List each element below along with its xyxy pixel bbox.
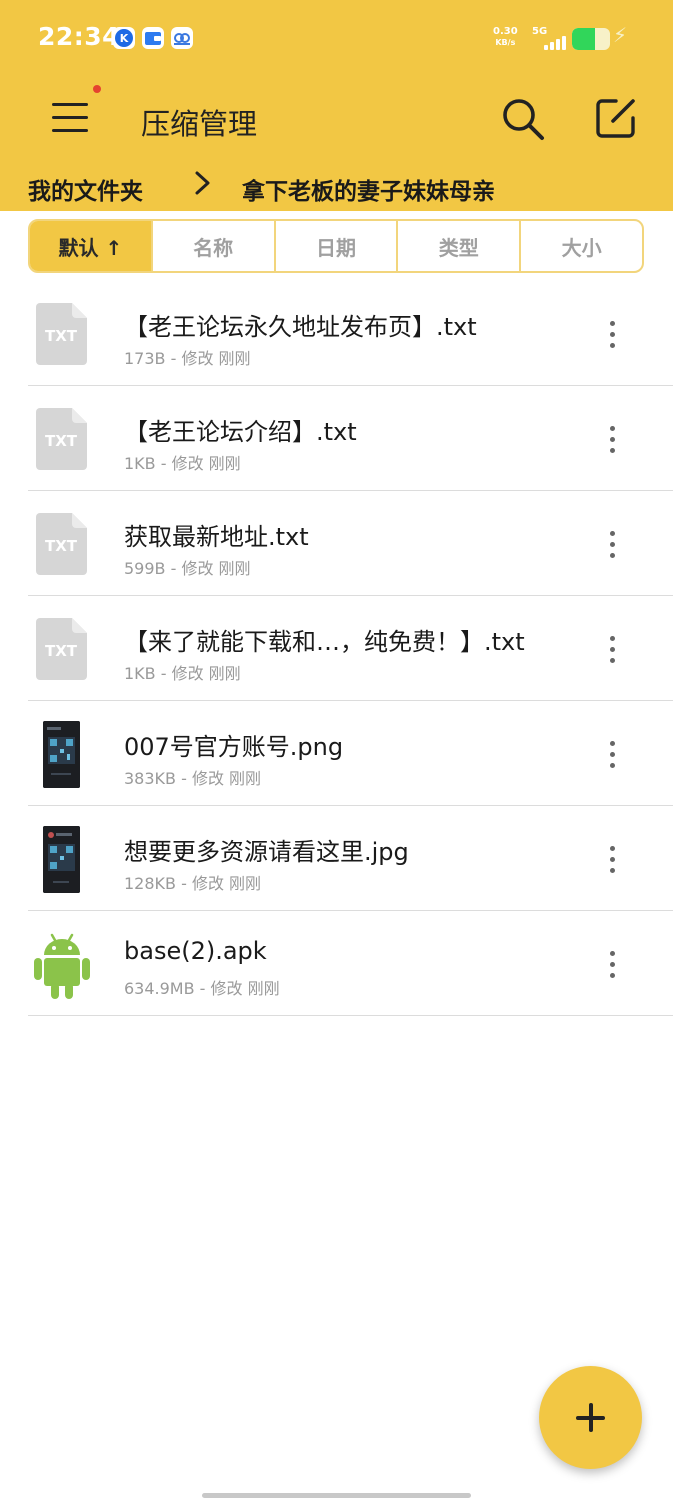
home-indicator[interactable] (202, 1493, 471, 1498)
net-speed: 0.30 KB/s (493, 26, 518, 48)
txt-file-icon: TXT (36, 618, 87, 680)
file-name: 【老王论坛介绍】.txt (124, 418, 357, 446)
svg-text:TXT: TXT (45, 537, 78, 555)
txt-file-icon: TXT (36, 408, 87, 470)
more-options-icon[interactable] (602, 634, 622, 666)
wallet-icon (142, 27, 164, 49)
search-icon (503, 99, 544, 140)
page-title: 压缩管理 (141, 107, 258, 141)
status-time: 22:34 (38, 22, 121, 51)
sort-bar: 默认 ↑ 名称 日期 类型 大小 (28, 219, 644, 273)
add-button[interactable] (539, 1366, 642, 1469)
sort-tab-default[interactable]: 默认 ↑ (30, 221, 151, 271)
app-header: 22:34 K 0.30 KB/s 5G ⚡ 压缩管理 我的文件夹 拿下老板的妻… (0, 0, 673, 211)
edit-button[interactable] (594, 96, 638, 140)
net-speed-unit: KB/s (495, 38, 516, 47)
sort-tab-date[interactable]: 日期 (273, 221, 397, 271)
svg-text:K: K (120, 32, 129, 45)
file-row[interactable]: TXT 【老王论坛永久地址发布页】.txt 173B - 修改 刚刚 (28, 281, 673, 386)
menu-button[interactable] (50, 100, 90, 136)
file-name: base(2).apk (124, 937, 267, 965)
battery-level (572, 28, 595, 50)
more-options-icon[interactable] (602, 739, 622, 771)
status-bar: 22:34 K 0.30 KB/s 5G ⚡ (0, 0, 673, 78)
more-options-icon[interactable] (602, 949, 622, 981)
file-meta: 1KB - 修改 刚刚 (124, 454, 241, 473)
cloud-app-icon (171, 27, 193, 49)
file-name: 获取最新地址.txt (124, 523, 309, 551)
edit-icon (596, 99, 635, 138)
image-thumbnail (43, 721, 80, 788)
txt-file-icon: TXT (36, 513, 87, 575)
file-meta: 599B - 修改 刚刚 (124, 559, 251, 578)
file-row[interactable]: TXT 【来了就能下载和…，纯免费！】.txt 1KB - 修改 刚刚 (28, 596, 673, 701)
file-name: 【老王论坛永久地址发布页】.txt (124, 313, 477, 341)
battery-icon (572, 28, 610, 50)
file-row[interactable]: 007号官方账号.png 383KB - 修改 刚刚 (28, 701, 673, 806)
android-icon (34, 933, 90, 999)
more-options-icon[interactable] (602, 424, 622, 456)
file-meta: 128KB - 修改 刚刚 (124, 874, 262, 893)
file-row[interactable]: 想要更多资源请看这里.jpg 128KB - 修改 刚刚 (28, 806, 673, 911)
svg-text:TXT: TXT (45, 432, 78, 450)
file-name: 007号官方账号.png (124, 733, 344, 761)
sort-tab-name[interactable]: 名称 (150, 221, 274, 271)
file-row[interactable]: TXT 【老王论坛介绍】.txt 1KB - 修改 刚刚 (28, 386, 673, 491)
file-row[interactable]: TXT 获取最新地址.txt 599B - 修改 刚刚 (28, 491, 673, 596)
signal-icon (540, 36, 568, 50)
txt-file-icon: TXT (36, 303, 87, 365)
file-list: TXT 【老王论坛永久地址发布页】.txt 173B - 修改 刚刚 TXT 【… (0, 281, 673, 1016)
svg-text:TXT: TXT (45, 642, 78, 660)
svg-text:TXT: TXT (45, 327, 78, 345)
more-options-icon[interactable] (602, 844, 622, 876)
more-options-icon[interactable] (602, 319, 622, 351)
file-meta: 173B - 修改 刚刚 (124, 349, 251, 368)
search-button[interactable] (500, 96, 546, 142)
charging-icon: ⚡ (613, 23, 628, 47)
image-thumbnail (43, 826, 80, 893)
file-meta: 1KB - 修改 刚刚 (124, 664, 241, 683)
more-options-icon[interactable] (602, 529, 622, 561)
breadcrumb-root[interactable]: 我的文件夹 (28, 172, 143, 206)
sort-tab-type[interactable]: 类型 (396, 221, 519, 271)
net-speed-value: 0.30 (493, 26, 518, 37)
file-name: 【来了就能下载和…，纯免费！】.txt (124, 628, 525, 656)
sort-tab-size[interactable]: 大小 (519, 221, 642, 271)
chevron-right-icon (195, 171, 210, 195)
breadcrumb: 我的文件夹 拿下老板的妻子妹妹母亲 (28, 171, 648, 206)
file-meta: 383KB - 修改 刚刚 (124, 769, 262, 788)
notification-dot (93, 85, 101, 93)
file-name: 想要更多资源请看这里.jpg (124, 838, 409, 866)
breadcrumb-current[interactable]: 拿下老板的妻子妹妹母亲 (242, 172, 495, 206)
file-row[interactable]: base(2).apk 634.9MB - 修改 刚刚 (28, 911, 673, 1016)
file-meta: 634.9MB - 修改 刚刚 (124, 979, 280, 998)
k-app-icon: K (113, 27, 135, 49)
